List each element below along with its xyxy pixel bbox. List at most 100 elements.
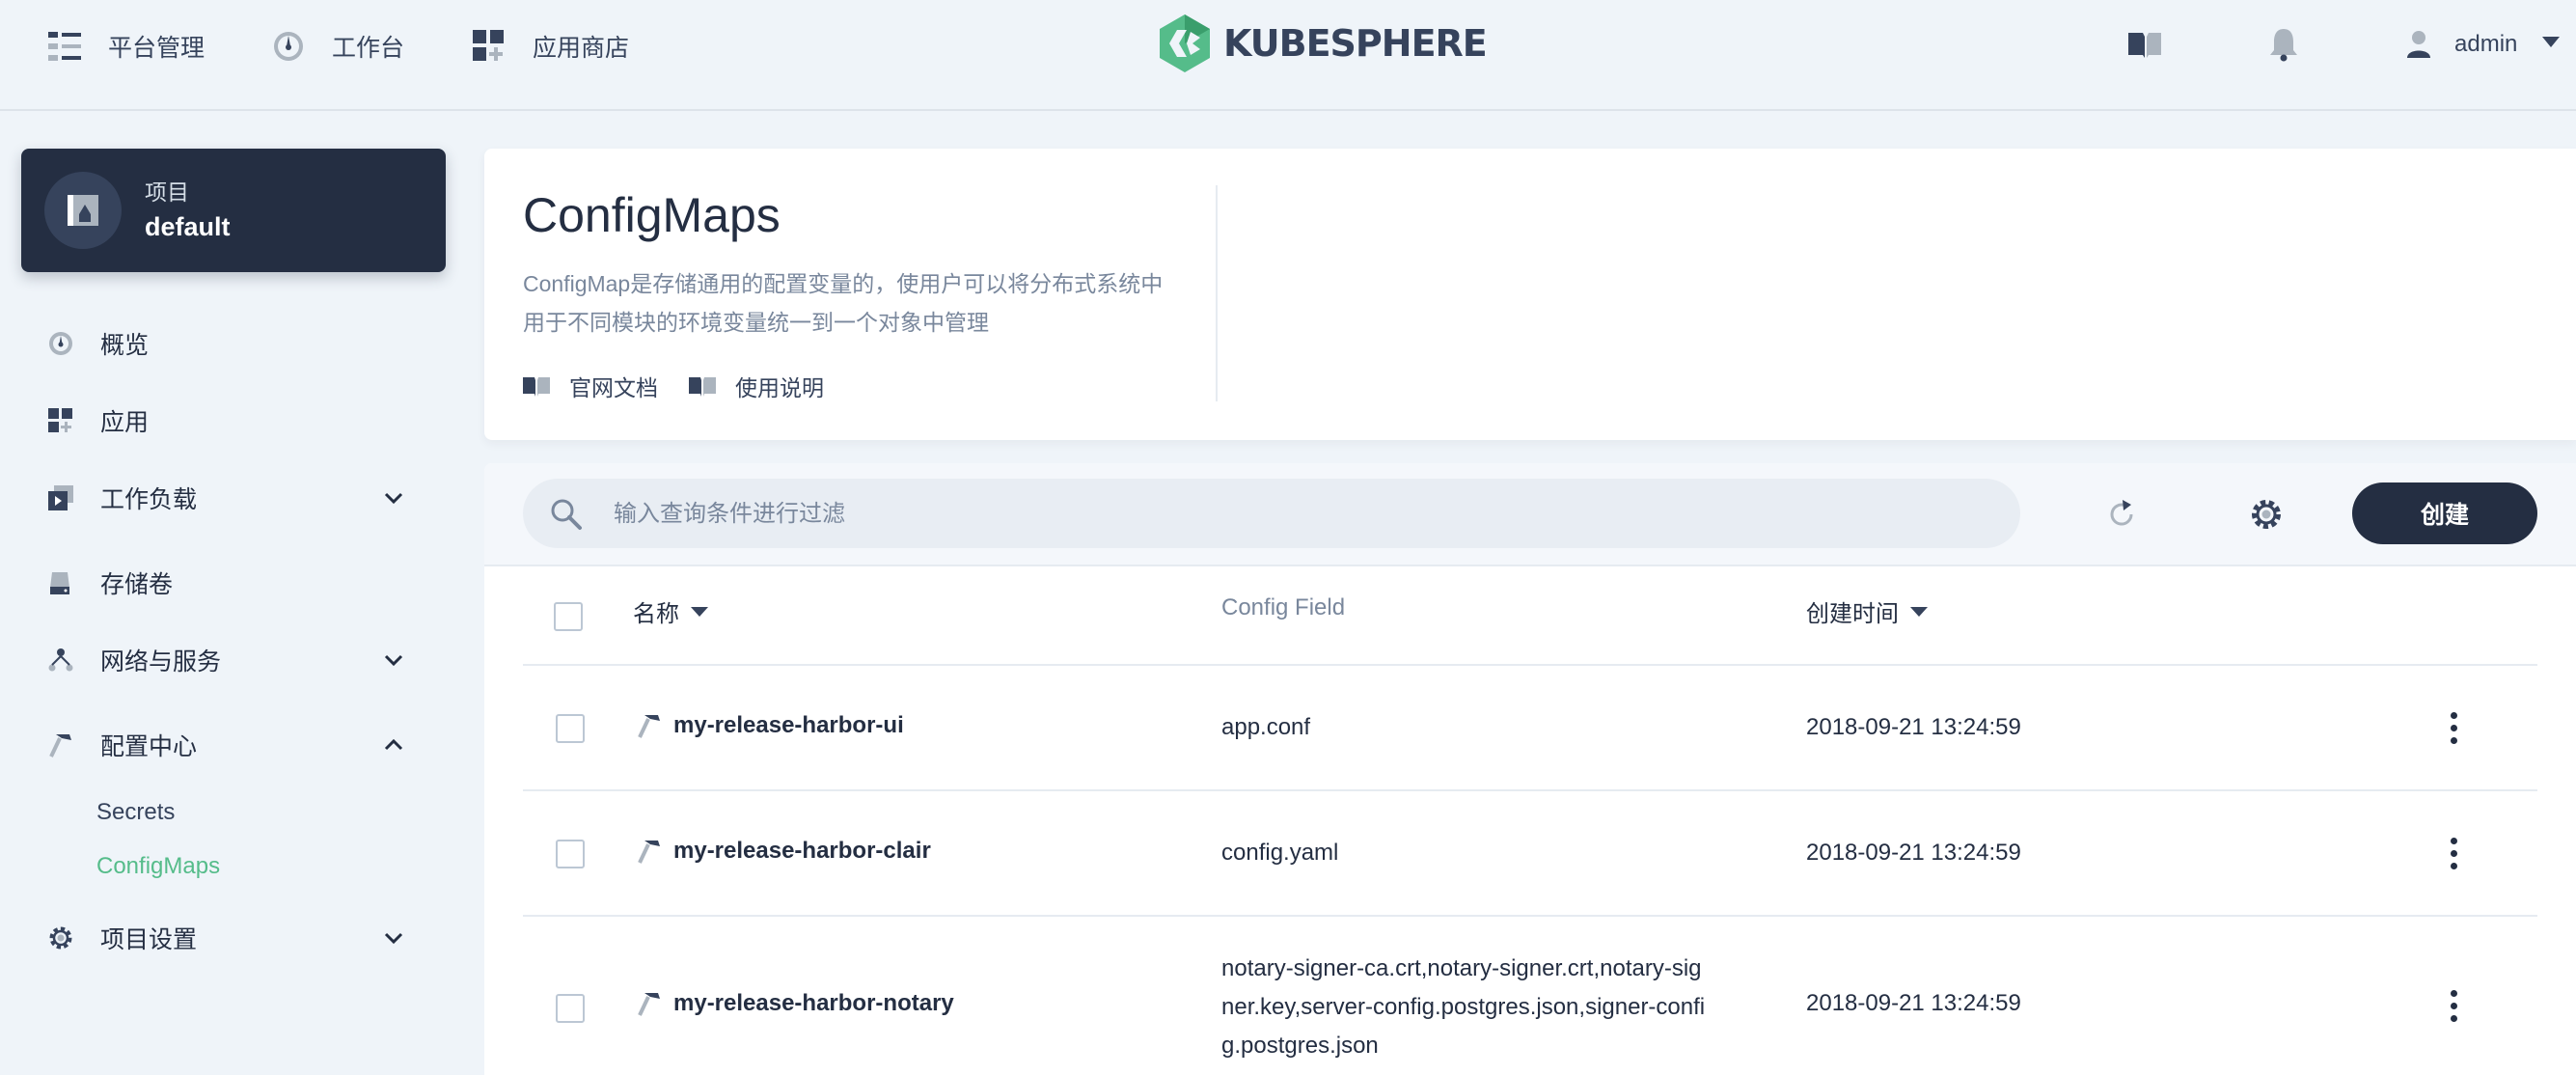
project-avatar	[44, 172, 122, 249]
row-checkbox[interactable]	[556, 840, 585, 868]
docs-book-icon[interactable]	[2128, 29, 2161, 60]
more-actions-icon[interactable]	[2449, 712, 2458, 751]
sidebar-subitem-configmaps[interactable]: ConfigMaps	[96, 853, 220, 880]
kubesphere-logo-icon	[1160, 14, 1210, 72]
usage-guide-link[interactable]: 使用说明	[689, 367, 824, 405]
config-field-value: app.conf	[1221, 714, 1311, 740]
create-button[interactable]: 创建	[2352, 482, 2537, 544]
sidebar-subitem-secrets[interactable]: Secrets	[96, 799, 175, 826]
sidebar-item-apps[interactable]: 应用	[48, 401, 405, 440]
table-toolbar: 创建	[484, 463, 2576, 566]
sidebar-item-label: 工作负载	[100, 486, 198, 513]
page-header-card: ConfigMaps ConfigMap是存储通用的配置变量的，使用户可以将分布…	[484, 149, 2576, 440]
description-line-2: 用于不同模块的环境变量统一到一个对象中管理	[523, 310, 989, 335]
app-store-nav[interactable]: 应用商店	[473, 23, 629, 69]
dashboard-icon	[48, 331, 73, 356]
user-name: admin	[2454, 31, 2518, 57]
configmap-name-link[interactable]: my-release-harbor-ui	[637, 712, 904, 739]
official-docs-link[interactable]: 官网文档	[523, 367, 658, 405]
storage-icon	[48, 570, 73, 595]
usage-guide-label: 使用说明	[735, 375, 824, 400]
gear-icon	[48, 925, 73, 951]
refresh-icon[interactable]	[2107, 500, 2136, 534]
more-actions-icon[interactable]	[2449, 838, 2458, 876]
description-line-1: ConfigMap是存储通用的配置变量的，使用户可以将分布式系统中	[523, 271, 1164, 296]
chevron-up-icon[interactable]	[382, 733, 405, 757]
sidebar-item-label: 概览	[100, 332, 150, 359]
official-docs-label: 官网文档	[569, 375, 658, 400]
created-time: 2018-09-21 13:24:59	[1806, 714, 2021, 740]
brand-name: KUBESPHERE	[1223, 22, 1488, 65]
column-header-created[interactable]: 创建时间	[1806, 594, 1928, 628]
bell-icon[interactable]	[2269, 27, 2298, 62]
kubesphere-logo[interactable]: KUBESPHERE	[1158, 14, 1488, 73]
sidebar-item-project-settings[interactable]: 项目设置	[48, 919, 405, 957]
sidebar-item-label: 应用	[100, 409, 150, 436]
row-checkbox[interactable]	[556, 714, 585, 743]
user-avatar-icon	[2407, 31, 2430, 58]
row-divider	[523, 915, 2537, 917]
workbench-nav[interactable]: 工作台	[272, 23, 404, 69]
project-building-icon	[68, 195, 98, 226]
apps-grid-icon	[473, 30, 506, 63]
hammer-icon	[48, 732, 73, 758]
column-header-name-label: 名称	[633, 601, 679, 627]
user-menu[interactable]: admin	[2406, 25, 2576, 64]
search-input[interactable]	[612, 479, 1986, 550]
configmap-name: my-release-harbor-clair	[673, 838, 931, 864]
settings-gear-icon[interactable]	[2250, 498, 2283, 536]
workload-icon	[48, 485, 73, 510]
list-menu-icon	[48, 30, 81, 63]
sidebar-item-workloads[interactable]: 工作负载	[48, 479, 405, 517]
column-header-created-label: 创建时间	[1806, 601, 1899, 627]
row-divider	[523, 789, 2537, 791]
sidebar-item-label: 存储卷	[100, 571, 174, 598]
network-icon	[48, 648, 73, 673]
select-all-checkbox[interactable]	[554, 602, 583, 631]
hammer-icon	[638, 715, 660, 738]
book-icon	[689, 377, 716, 397]
sort-caret-icon	[1910, 606, 1928, 617]
chevron-down-icon[interactable]	[382, 926, 405, 950]
column-header-config-field: Config Field	[1221, 594, 1345, 621]
config-field-line: g.postgres.json	[1221, 1033, 1379, 1059]
project-card[interactable]: 项目 default	[21, 149, 446, 272]
hammer-icon	[638, 993, 660, 1016]
sidebar-item-label: 网络与服务	[100, 648, 222, 675]
configmap-name-link[interactable]: my-release-harbor-clair	[637, 838, 931, 865]
chevron-down-icon[interactable]	[382, 648, 405, 672]
platform-management-label: 平台管理	[108, 35, 206, 62]
config-field-value: config.yaml	[1221, 840, 1339, 866]
top-navigation-bar: 平台管理 工作台 应用商店 KUBESPHERE admin	[0, 0, 2576, 111]
chevron-down-icon[interactable]	[382, 486, 405, 510]
platform-management-nav[interactable]: 平台管理	[48, 23, 205, 69]
workbench-label: 工作台	[332, 35, 405, 62]
configmap-name-link[interactable]: my-release-harbor-notary	[637, 990, 954, 1017]
row-checkbox[interactable]	[556, 994, 585, 1023]
chevron-down-icon	[2542, 36, 2561, 53]
sidebar-item-label: 项目设置	[100, 926, 198, 953]
column-header-name[interactable]: 名称	[633, 594, 708, 628]
sidebar-item-network[interactable]: 网络与服务	[48, 641, 405, 679]
page-title: ConfigMaps	[523, 188, 781, 242]
page-description: ConfigMap是存储通用的配置变量的，使用户可以将分布式系统中 用于不同模块…	[523, 264, 1179, 342]
search-icon	[550, 498, 583, 536]
config-field-line: ner.key,server-config.postgres.json,sign…	[1221, 994, 1706, 1020]
apps-icon	[48, 408, 73, 433]
configmaps-table-card: 创建 名称 Config Field 创建时间 my-release-harbo…	[484, 463, 2576, 1075]
project-type-label: 项目	[145, 179, 189, 205]
configmap-name: my-release-harbor-notary	[673, 990, 954, 1016]
created-time: 2018-09-21 13:24:59	[1806, 990, 2021, 1016]
dashboard-icon	[272, 30, 305, 63]
more-actions-icon[interactable]	[2449, 990, 2458, 1029]
config-field-line: notary-signer-ca.crt,notary-signer.crt,n…	[1221, 955, 1702, 981]
sidebar-item-label: 配置中心	[100, 733, 198, 760]
search-bar[interactable]	[523, 479, 2020, 550]
sidebar-item-volumes[interactable]: 存储卷	[48, 564, 405, 602]
configmap-name: my-release-harbor-ui	[673, 712, 904, 738]
project-name: default	[145, 212, 231, 241]
hammer-icon	[638, 841, 660, 864]
sidebar-item-overview[interactable]: 概览	[48, 324, 405, 363]
book-icon	[523, 377, 550, 397]
sidebar-item-config-center[interactable]: 配置中心	[48, 726, 405, 764]
